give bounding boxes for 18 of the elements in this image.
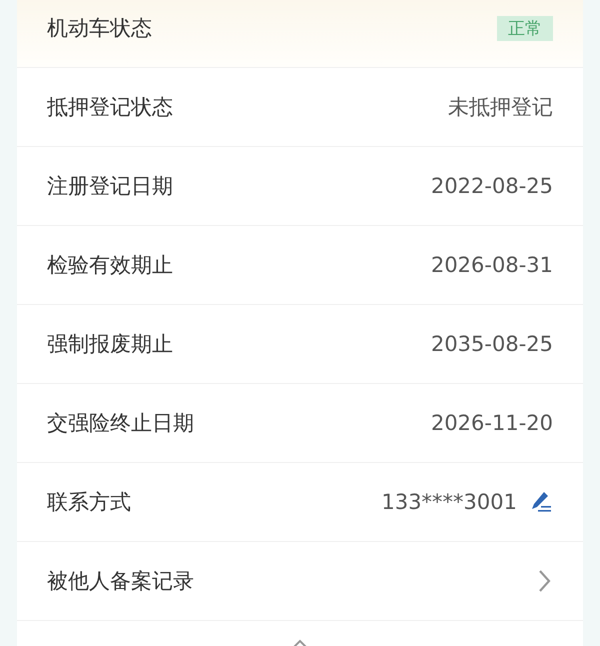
field-value: 2035-08-25 xyxy=(430,332,553,356)
field-label: 联系方式 xyxy=(47,489,131,516)
field-value: 2022-08-25 xyxy=(430,174,553,198)
field-label: 抵押登记状态 xyxy=(47,94,173,121)
status-badge: 正常 xyxy=(497,16,553,40)
field-value: 133****3001 xyxy=(381,490,517,514)
field-label: 注册登记日期 xyxy=(47,173,173,200)
field-label: 检验有效期止 xyxy=(47,252,173,279)
field-label: 被他人备案记录 xyxy=(47,568,194,595)
caret-up-icon[interactable] xyxy=(293,639,307,646)
field-value: 未抵押登记 xyxy=(448,94,553,121)
field-label: 机动车状态 xyxy=(47,15,152,42)
edit-icon[interactable] xyxy=(529,490,553,514)
chevron-right-icon[interactable] xyxy=(537,569,551,593)
field-label: 交强险终止日期 xyxy=(47,410,194,437)
field-value: 2026-08-31 xyxy=(430,253,553,277)
field-label: 强制报废期止 xyxy=(47,331,173,358)
field-value: 2026-11-20 xyxy=(430,411,553,435)
